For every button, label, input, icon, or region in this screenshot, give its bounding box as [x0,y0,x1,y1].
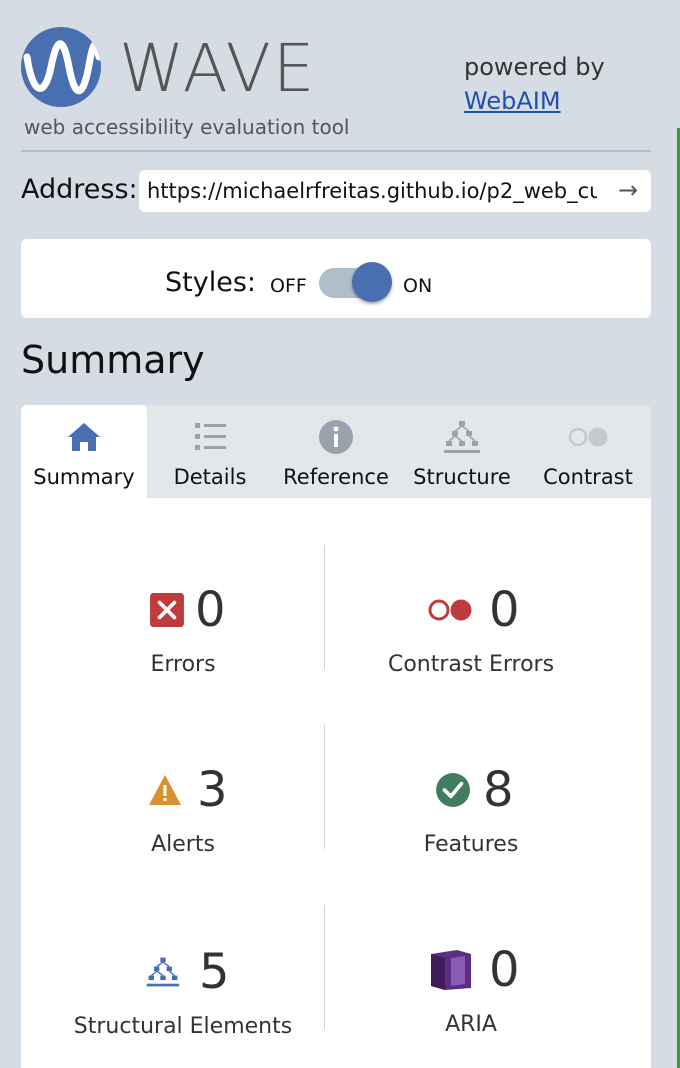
home-icon [68,423,100,451]
contrast-errors-count: 0 [489,582,520,638]
contrast-icon [568,427,608,447]
errors-count: 0 [195,582,226,638]
stat-errors[interactable]: 0 Errors [33,580,333,720]
wave-logo-icon [21,27,101,107]
wave-tagline: web accessibility evaluation tool [24,115,350,139]
tab-label: Summary [33,465,135,489]
stat-aria[interactable]: 0 ARIA [321,940,621,1068]
stat-alerts[interactable]: 3 Alerts [33,760,333,900]
address-field[interactable]: https://michaelrfreitas.github.io/p2_web… [139,170,651,212]
aria-label: ARIA [445,1012,497,1037]
arrow-right-icon[interactable]: → [613,175,643,205]
aria-count: 0 [489,942,520,998]
wave-header: WAVE web accessibility evaluation tool p… [21,27,651,151]
errors-label: Errors [150,652,216,677]
aria-cube-icon [431,950,471,990]
features-label: Features [423,832,519,857]
alerts-label: Alerts [151,832,215,857]
stat-features[interactable]: 8 Features [321,760,621,900]
info-icon [319,420,353,454]
tab-details[interactable]: Details [147,405,273,498]
address-input[interactable]: https://michaelrfreitas.github.io/p2_web… [147,179,597,203]
styles-off-label: OFF [270,275,307,297]
styles-toggle[interactable] [319,262,392,302]
structure-icon [444,421,480,453]
stat-contrast-errors[interactable]: 0 Contrast Errors [321,580,621,720]
address-label: Address: [21,174,138,205]
tab-reference[interactable]: Reference [273,405,399,498]
structural-label: Structural Elements [73,1014,293,1039]
tab-summary[interactable]: Summary [21,405,147,498]
error-x-icon [150,593,184,627]
summary-panel: Summary Details Reference Structure Cont… [21,405,651,1068]
tab-contrast[interactable]: Contrast [525,405,651,498]
contrast-error-icon [428,599,472,621]
tab-label: Reference [283,465,389,489]
structural-count: 5 [199,944,230,1000]
stat-structural-elements[interactable]: 5 Structural Elements [33,942,333,1068]
structure-icon [146,957,180,987]
styles-label: Styles: [165,267,256,298]
wave-logo-text: WAVE [119,30,317,107]
list-icon [195,423,226,450]
feature-check-icon [436,773,470,807]
header-divider [21,150,651,152]
styles-on-label: ON [403,275,433,297]
tab-bar: Summary Details Reference Structure Cont… [21,405,651,498]
powered-by-text: powered by [464,53,605,81]
webaim-link[interactable]: WebAIM [464,87,561,115]
tab-structure[interactable]: Structure [399,405,525,498]
alert-triangle-icon [149,775,181,805]
features-count: 8 [483,762,514,818]
tab-label: Structure [413,465,511,489]
tab-label: Details [173,465,247,489]
page-title: Summary [21,338,205,382]
contrast-errors-label: Contrast Errors [387,652,555,677]
styles-toggle-panel: Styles: OFF ON [21,239,651,318]
tab-label: Contrast [543,465,633,489]
toggle-knob[interactable] [352,262,392,302]
alerts-count: 3 [197,762,228,818]
